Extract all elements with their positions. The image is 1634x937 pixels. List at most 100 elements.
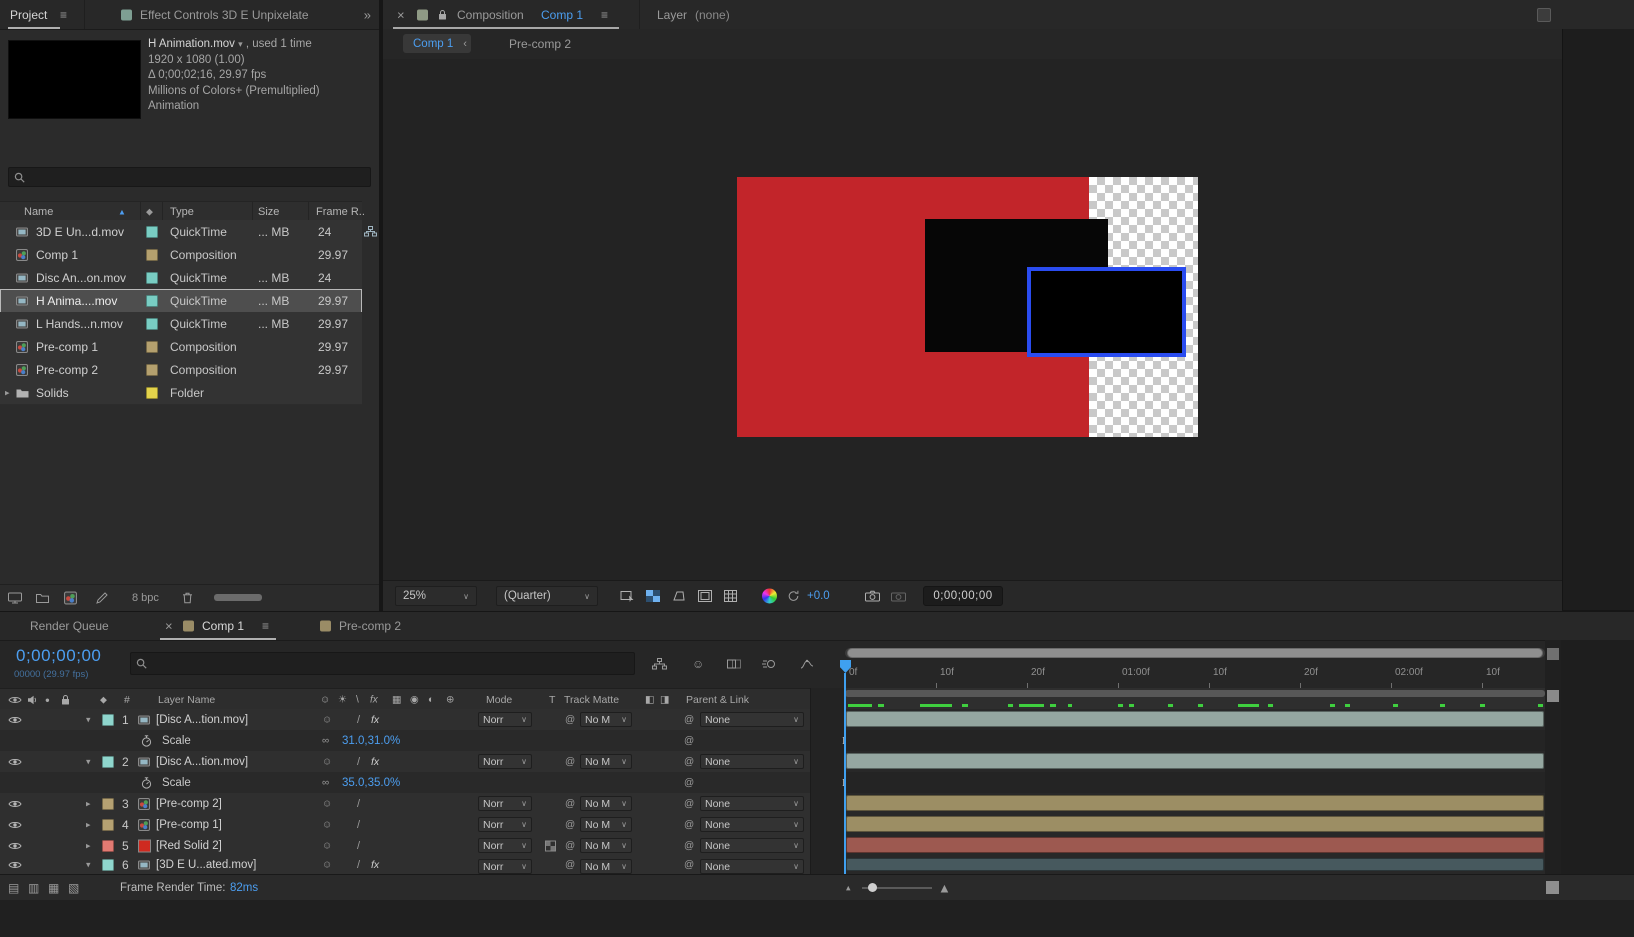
track-matte-select[interactable]: No M ∨ xyxy=(580,712,632,727)
column-parent-link[interactable]: Parent & Link xyxy=(686,694,749,706)
lock-icon[interactable] xyxy=(61,694,70,705)
exposure-value[interactable]: +0.0 xyxy=(807,590,830,602)
region-of-interest-icon[interactable] xyxy=(620,590,635,603)
label-chip[interactable] xyxy=(102,755,114,768)
pen-icon[interactable] xyxy=(96,592,108,604)
reset-exposure-icon[interactable] xyxy=(787,590,800,603)
column-name[interactable]: Name xyxy=(24,206,53,218)
parent-pickwhip-icon[interactable]: @ xyxy=(684,860,694,871)
toggle-modes-icon[interactable]: ◨ xyxy=(660,694,669,705)
channel-color-wheel-icon[interactable] xyxy=(762,588,777,604)
project-row-selected[interactable]: H Anima....mov QuickTime ... MB 29.97 xyxy=(0,289,362,313)
label-chip[interactable] xyxy=(146,225,158,238)
label-chip[interactable] xyxy=(146,294,158,307)
property-track[interactable]: I xyxy=(842,772,1545,794)
close-tab-icon[interactable]: × xyxy=(397,7,405,22)
tab-overflow-icon[interactable]: » xyxy=(364,7,371,22)
column-type[interactable]: Type xyxy=(170,206,194,218)
constrain-link-icon[interactable]: ∞ xyxy=(322,735,329,746)
label-column-icon[interactable]: ◆ xyxy=(146,206,153,217)
column-layer-name[interactable]: Layer Name xyxy=(158,694,215,706)
time-navigator-thumb[interactable] xyxy=(847,648,1543,658)
tab-project[interactable]: Project xyxy=(10,8,47,22)
quality-switch[interactable]: / xyxy=(357,819,360,831)
toggle-pane-icon[interactable]: ▦ xyxy=(48,881,59,895)
breadcrumb-current-pill[interactable]: Comp 1 ‹ xyxy=(403,34,471,53)
layer-name[interactable]: [Pre-comp 2] xyxy=(156,798,222,810)
parent-select[interactable]: None ∨ xyxy=(700,712,804,727)
breadcrumb-parent[interactable]: Pre-comp 2 xyxy=(509,37,571,51)
matte-pickwhip-icon[interactable]: @ xyxy=(565,819,575,830)
column-index[interactable]: # xyxy=(124,694,130,706)
breadcrumb-back-icon[interactable]: ‹ xyxy=(463,38,467,50)
toggle-pane-icon[interactable]: ▧ xyxy=(68,881,79,895)
graph-editor-icon[interactable] xyxy=(800,658,814,670)
parent-pickwhip-icon[interactable]: @ xyxy=(684,840,694,851)
layer-name[interactable]: [3D E U...ated.mov] xyxy=(156,859,256,871)
label-chip[interactable] xyxy=(102,839,114,852)
switch-adjustment-icon[interactable]: ◐ xyxy=(428,694,434,705)
zoom-select[interactable]: 25% ∨ xyxy=(395,586,477,606)
timeline-zoom-knob[interactable] xyxy=(868,883,877,892)
matte-pickwhip-icon[interactable]: @ xyxy=(565,714,575,725)
layer-name[interactable]: [Disc A...tion.mov] xyxy=(156,714,248,726)
eye-icon[interactable] xyxy=(8,861,22,870)
switch-motion-blur-icon[interactable]: ◉ xyxy=(410,694,419,705)
blend-mode-select[interactable]: Norr ∨ xyxy=(478,838,532,853)
expand-caret-icon[interactable]: ▾ xyxy=(86,860,91,871)
composition-canvas[interactable] xyxy=(737,177,1198,437)
layer-name[interactable]: [Pre-comp 1] xyxy=(156,819,222,831)
shy-switch-icon[interactable]: ☺ xyxy=(322,819,332,830)
track-matte-select[interactable]: No M ∨ xyxy=(580,859,632,874)
blend-mode-select[interactable]: Norr ∨ xyxy=(478,712,532,727)
toggle-pane-icon[interactable]: ▥ xyxy=(28,881,39,895)
stopwatch-icon[interactable] xyxy=(141,776,152,789)
track-matte-select[interactable]: No M ∨ xyxy=(580,754,632,769)
toggle-switches-icon[interactable]: ◧ xyxy=(645,694,654,705)
project-row[interactable]: Disc An...on.mov QuickTime ... MB 24 xyxy=(0,266,362,290)
new-folder-icon[interactable] xyxy=(36,593,49,603)
layer-track[interactable] xyxy=(845,793,1545,815)
blend-mode-select[interactable]: Norr ∨ xyxy=(478,817,532,832)
switch-3d-icon[interactable]: ⊕ xyxy=(446,694,454,705)
project-row[interactable]: L Hands...n.mov QuickTime ... MB 29.97 xyxy=(0,312,362,336)
zoom-in-icon[interactable]: ▲ xyxy=(938,881,951,896)
label-chip[interactable] xyxy=(146,248,158,261)
eye-icon[interactable] xyxy=(8,799,22,808)
parent-select[interactable]: None ∨ xyxy=(700,817,804,832)
mini-flowchart-icon[interactable] xyxy=(652,658,667,670)
parent-pickwhip-icon[interactable]: @ xyxy=(684,714,694,725)
show-snapshot-icon[interactable] xyxy=(891,591,906,602)
expand-caret-icon[interactable]: ▾ xyxy=(86,714,91,725)
interpret-footage-icon[interactable] xyxy=(8,592,22,604)
switch-collapse-icon[interactable]: ☀ xyxy=(338,694,347,705)
constrain-link-icon[interactable]: ∞ xyxy=(322,777,329,788)
safe-areas-icon[interactable] xyxy=(698,590,712,602)
quality-switch[interactable]: / xyxy=(357,859,360,871)
blend-mode-select[interactable]: Norr ∨ xyxy=(478,859,532,874)
stopwatch-icon[interactable] xyxy=(141,734,152,747)
matte-pickwhip-icon[interactable]: @ xyxy=(565,840,575,851)
matte-pickwhip-icon[interactable]: @ xyxy=(565,860,575,871)
layer-duration-bar[interactable] xyxy=(846,795,1544,811)
column-framerate[interactable]: Frame R.. xyxy=(316,206,365,218)
current-timecode[interactable]: 0;00;00;00 xyxy=(16,646,101,666)
layer-row[interactable]: ▾ 1 [Disc A...tion.mov] ☺ / fx Norr ∨ @ N… xyxy=(0,709,810,731)
bit-depth-label[interactable]: 8 bpc xyxy=(132,592,159,604)
quality-switch[interactable]: / xyxy=(357,798,360,810)
playhead-line[interactable] xyxy=(844,673,846,874)
scrollbar-handle[interactable] xyxy=(1547,690,1559,702)
project-search[interactable] xyxy=(8,167,371,187)
lock-icon[interactable] xyxy=(438,9,447,20)
time-ruler[interactable]: 0f 10f 20f 01:00f 10f 20f 02:00f 10f xyxy=(845,659,1545,689)
layer-duration-bar[interactable] xyxy=(846,816,1544,832)
label-chip[interactable] xyxy=(146,363,158,376)
project-row[interactable]: 3D E Un...d.mov QuickTime ... MB 24 xyxy=(0,220,362,244)
layer-row[interactable]: ▸ 3 [Pre-comp 2] ☺ / Norr ∨ @ No M ∨ @ Non… xyxy=(0,793,810,815)
parent-select[interactable]: None ∨ xyxy=(700,796,804,811)
property-value[interactable]: 35.0,35.0% xyxy=(342,777,400,789)
label-chip[interactable] xyxy=(146,340,158,353)
layer-row[interactable]: ▾ 6 [3D E U...ated.mov] ☺ / fx Norr ∨ @ N… xyxy=(0,856,810,875)
frame-blending-icon[interactable] xyxy=(727,658,741,670)
expand-caret-icon[interactable]: ▾ xyxy=(86,756,91,767)
